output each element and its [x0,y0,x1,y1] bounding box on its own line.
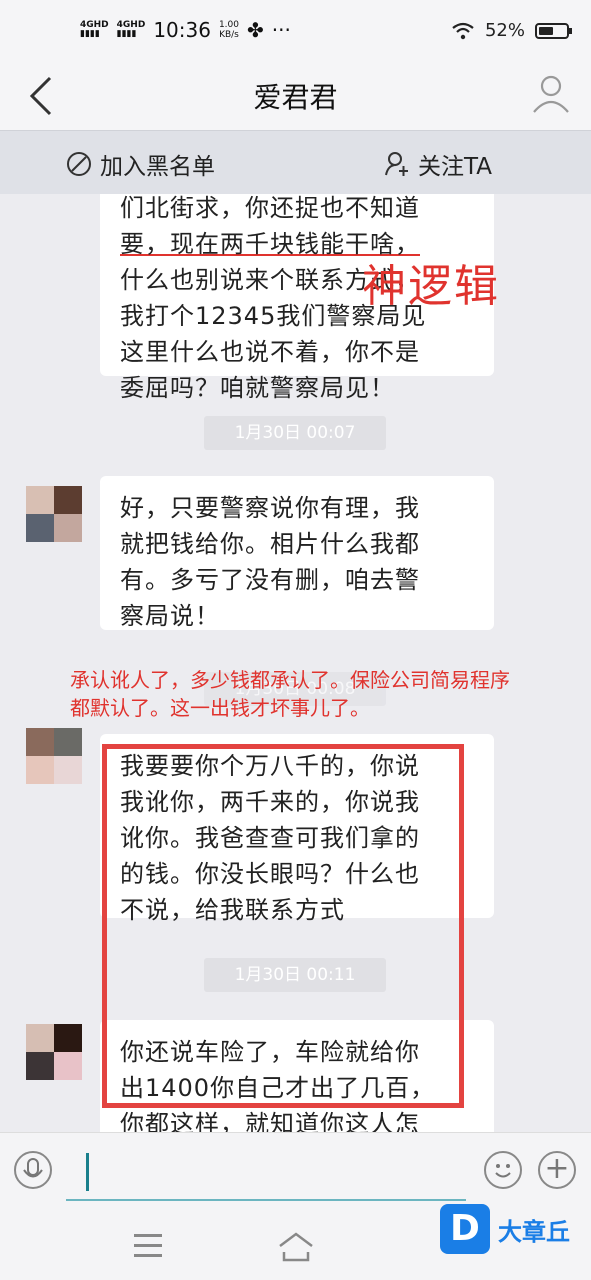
page-title: 爱君君 [253,81,338,114]
add-attachment-button[interactable]: + [538,1151,576,1189]
blacklist-button[interactable]: 加入黑名单 [66,147,215,181]
text-caret [86,1153,89,1191]
profile-icon[interactable] [531,72,571,116]
input-bar: + [0,1132,591,1213]
block-icon [67,152,91,176]
status-bar: 4GHD ▮▮▮▮ 4GHD ▮▮▮▮ 10:36 1.00 KB/s ✤ ··· 5… [0,0,591,62]
message-line: 察局说！ [120,602,220,630]
signal-1-icon: 4GHD ▮▮▮▮ [80,20,109,39]
pinwheel-icon: ✤ [247,18,264,42]
annotation-big: 神逻辑 [362,261,500,312]
message-line: 们北街求，你还捉也不知道 [120,194,420,222]
watermark-text: 大章丘 [498,1217,570,1246]
follow-user-icon [385,152,408,176]
status-right: 52% [451,20,572,41]
signal-2-icon: 4GHD ▮▮▮▮ [116,20,146,39]
emoji-button[interactable] [484,1151,522,1189]
plus-icon: + [544,1151,570,1186]
message-line: 有。多亏了没有删，咱去警 [120,566,420,594]
watermark-logo: D [440,1204,490,1254]
avatar[interactable] [26,728,82,784]
network-speed: 1.00 KB/s [218,20,239,40]
watermark: D 大章丘 [440,1204,570,1254]
follow-label: 关注TA [418,154,492,180]
message-line: 你都这样，就知道你这人怎 [120,1110,420,1132]
microphone-icon [23,1158,43,1178]
annotation-small: 承认讹人了，多少钱都承认了。保险公司简易程序都默认了。这一出钱才坏事儿了。 [70,668,510,720]
battery-fill [539,26,553,35]
menu-icon[interactable] [134,1234,162,1264]
battery-icon [535,22,572,39]
chat-area[interactable]: 们北街求，你还捉也不知道 要，现在两千块钱能干啥， 什么也别说来个联系方式， 我… [0,194,591,1132]
timestamp: 1月30日 00:07 [204,416,386,450]
title-bar: 爱君君 [0,62,591,130]
status-left: 4GHD ▮▮▮▮ 4GHD ▮▮▮▮ 10:36 1.00 KB/s ✤ ··· [80,18,291,42]
highlight-box [102,744,464,1108]
battery-percent: 52% [484,20,525,41]
message-line: 委屈吗？咱就警察局见！ [120,374,395,402]
action-bar: 加入黑名单 关注TA [0,130,591,195]
wifi-icon [452,22,474,39]
follow-button[interactable]: 关注TA [384,147,492,181]
message-input[interactable] [66,1147,466,1201]
message-line: 好，只要警察说你有理，我 [120,494,420,522]
more-icon: ··· [271,18,291,42]
message-line: 就把钱给你。相片什么我都 [120,530,420,558]
home-icon[interactable] [276,1230,316,1264]
smiley-icon [495,1164,511,1178]
avatar[interactable] [26,486,82,542]
blacklist-label: 加入黑名单 [100,154,215,180]
message-line: 这里什么也说不着，你不是 [120,338,420,366]
clock: 10:36 [153,18,211,42]
avatar[interactable] [26,1024,82,1080]
voice-button[interactable] [14,1151,52,1189]
message-bubble[interactable]: 好，只要警察说你有理，我 就把钱给你。相片什么我都 有。多亏了没有删，咱去警 察… [100,476,494,630]
